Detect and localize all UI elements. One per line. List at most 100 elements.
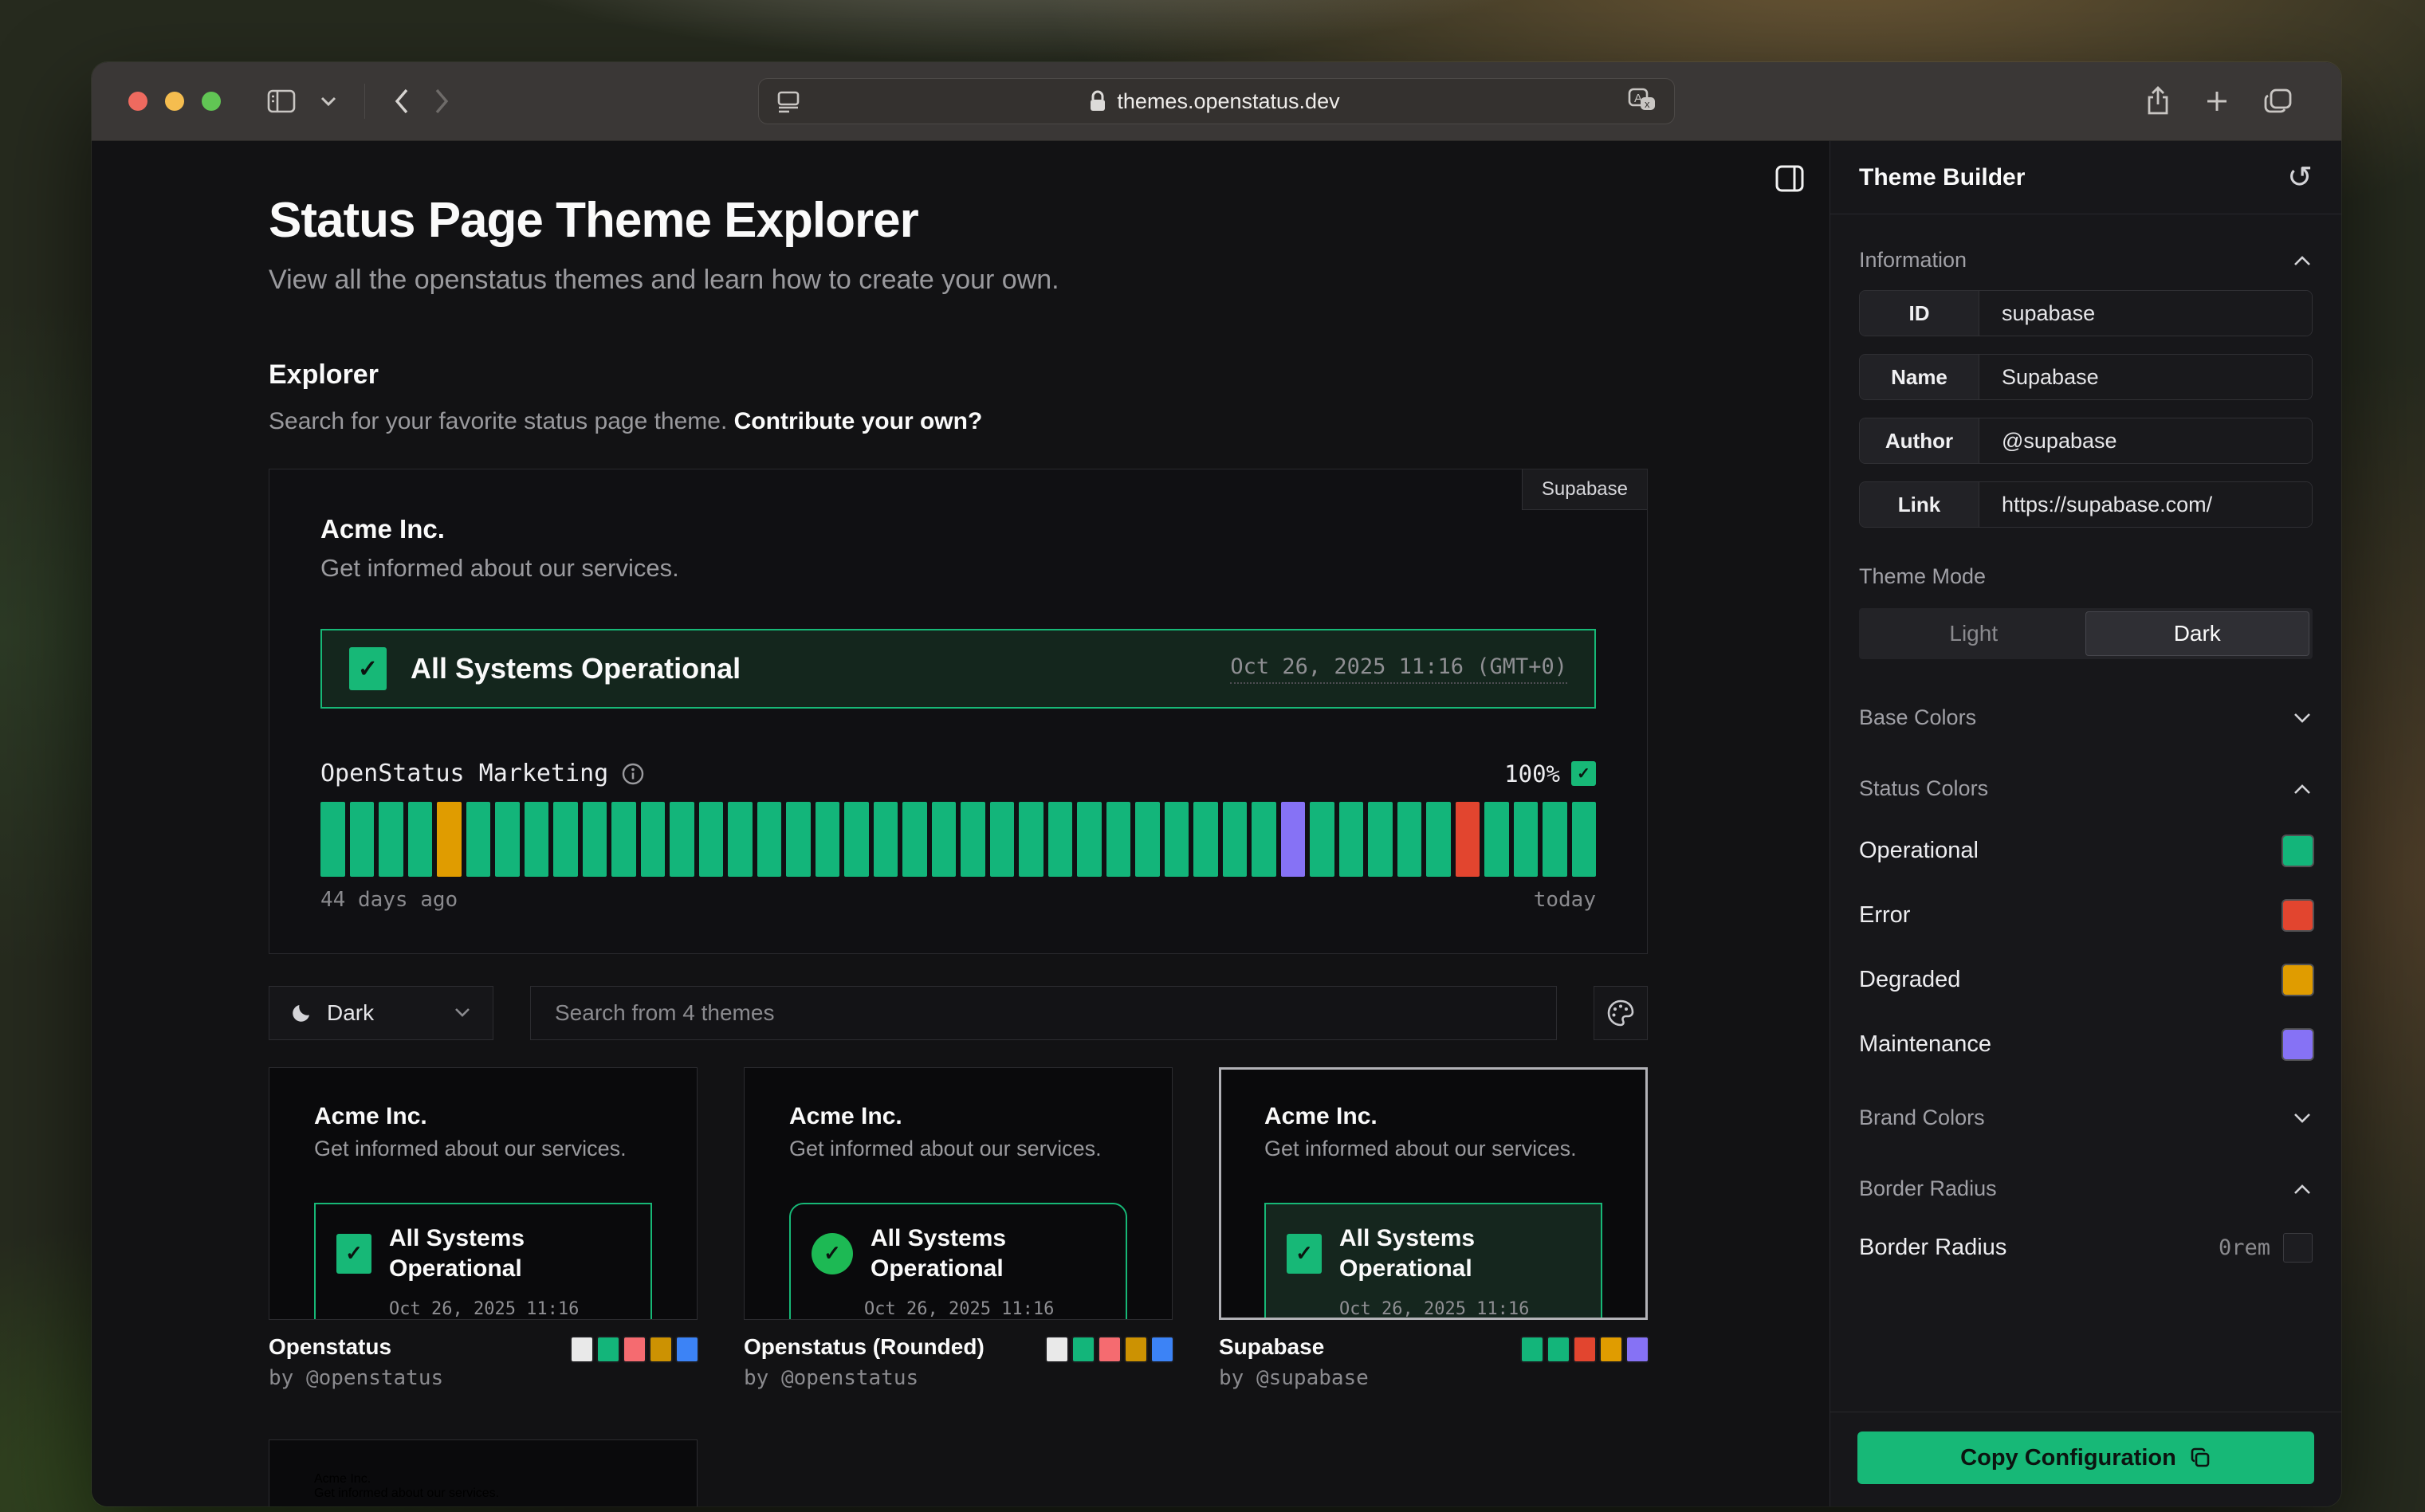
copy-configuration-button[interactable]: Copy Configuration: [1857, 1431, 2314, 1484]
uptime-bar-operational[interactable]: [932, 802, 957, 877]
uptime-bar-operational[interactable]: [611, 802, 636, 877]
uptime-bar-operational[interactable]: [408, 802, 433, 877]
uptime-bar-operational[interactable]: [1252, 802, 1276, 877]
uptime-bar-operational[interactable]: [466, 802, 491, 877]
light-mode-option[interactable]: Light: [1862, 611, 2085, 656]
uptime-bar-operational[interactable]: [1135, 802, 1160, 877]
theme-mode-value: Dark: [327, 1000, 374, 1026]
status-timestamp[interactable]: Oct 26, 2025 11:16 (GMT+0): [1230, 654, 1567, 684]
error-label: Error: [1859, 902, 1910, 929]
field-name-input[interactable]: Supabase: [1979, 355, 2312, 399]
theme-name[interactable]: Openstatus: [269, 1334, 443, 1360]
field-link-label: Link: [1860, 482, 1979, 527]
new-tab-icon[interactable]: [2204, 88, 2230, 114]
field-author: Author @supabase: [1859, 418, 2313, 464]
uptime-bar-operational[interactable]: [1368, 802, 1393, 877]
tracker-range-start: 44 days ago: [320, 888, 458, 912]
dark-mode-option[interactable]: Dark: [2085, 611, 2310, 656]
uptime-bar-operational[interactable]: [1572, 802, 1597, 877]
translate-icon[interactable]: Ax: [1626, 87, 1658, 116]
uptime-bar-operational[interactable]: [1106, 802, 1131, 877]
uptime-bar-operational[interactable]: [553, 802, 578, 877]
uptime-bar-degraded[interactable]: [437, 802, 462, 877]
uptime-bar-operational[interactable]: [874, 802, 898, 877]
theme-preview-card: Supabase Acme Inc. Get informed about ou…: [269, 469, 1648, 954]
search-input[interactable]: [530, 986, 1557, 1040]
uptime-bar-operational[interactable]: [1165, 802, 1189, 877]
uptime-bar-operational[interactable]: [844, 802, 869, 877]
uptime-bar-operational[interactable]: [495, 802, 520, 877]
uptime-bar-error[interactable]: [1456, 802, 1480, 877]
close-window-button[interactable]: [128, 92, 147, 111]
uptime-bar-operational[interactable]: [1048, 802, 1073, 877]
uptime-bar-operational[interactable]: [1223, 802, 1248, 877]
share-icon[interactable]: [2145, 86, 2171, 116]
minimize-window-button[interactable]: [165, 92, 184, 111]
uptime-bar-operational[interactable]: [525, 802, 549, 877]
uptime-bar-operational[interactable]: [816, 802, 840, 877]
theme-card-supabase-selected[interactable]: Acme Inc. Get informed about our service…: [1219, 1067, 1648, 1320]
uptime-bar-operational[interactable]: [1310, 802, 1334, 877]
information-section-header[interactable]: Information: [1859, 248, 2313, 273]
uptime-bar-operational[interactable]: [350, 802, 375, 877]
theme-name-badge: Supabase: [1522, 469, 1647, 510]
uptime-bar-operational[interactable]: [902, 802, 927, 877]
uptime-bar-operational[interactable]: [786, 802, 811, 877]
theme-card-openstatus[interactable]: Acme Inc. Get informed about our service…: [269, 1067, 698, 1320]
uptime-bar-operational[interactable]: [379, 802, 403, 877]
uptime-bar-operational[interactable]: [961, 802, 985, 877]
mini-status-timestamp: Oct 26, 2025 11:16 (GMT+0): [389, 1299, 630, 1320]
base-colors-section-header[interactable]: Base Colors: [1859, 705, 2313, 730]
border-radius-section-header[interactable]: Border Radius: [1859, 1176, 2313, 1201]
forward-button[interactable]: [434, 87, 451, 116]
theme-name[interactable]: Openstatus (Rounded): [744, 1334, 985, 1360]
operational-color-swatch[interactable]: [2283, 836, 2313, 866]
uptime-bar-operational[interactable]: [320, 802, 345, 877]
uptime-bar-operational[interactable]: [670, 802, 694, 877]
uptime-bar-operational[interactable]: [757, 802, 782, 877]
uptime-bar-maintenance[interactable]: [1281, 802, 1306, 877]
mini-check-icon: [812, 1233, 853, 1274]
uptime-bar-operational[interactable]: [1193, 802, 1218, 877]
uptime-bar-operational[interactable]: [1426, 802, 1451, 877]
border-radius-input[interactable]: [2283, 1233, 2313, 1263]
maintenance-color-swatch[interactable]: [2283, 1030, 2313, 1059]
theme-card-partial[interactable]: Acme Inc. Get informed about our service…: [269, 1439, 698, 1506]
uptime-bar-operational[interactable]: [1019, 802, 1043, 877]
uptime-bar-operational[interactable]: [1514, 802, 1539, 877]
contribute-link[interactable]: Contribute your own?: [734, 408, 983, 434]
tab-overview-icon[interactable]: [2263, 88, 2293, 115]
panel-right-toggle-icon[interactable]: [1775, 165, 1804, 192]
reset-icon[interactable]: ↺: [2287, 163, 2313, 193]
field-author-input[interactable]: @supabase: [1979, 418, 2312, 463]
address-bar[interactable]: themes.openstatus.dev Ax: [758, 78, 1675, 124]
status-colors-section-header[interactable]: Status Colors: [1859, 776, 2313, 801]
uptime-bar-operational[interactable]: [1077, 802, 1102, 877]
palette-icon[interactable]: [1594, 986, 1648, 1040]
field-id-input[interactable]: supabase: [1979, 291, 2312, 336]
back-button[interactable]: [392, 87, 410, 116]
sidebar-toggle-icon[interactable]: [267, 89, 296, 113]
uptime-bar-operational[interactable]: [1484, 802, 1509, 877]
uptime-bar-operational[interactable]: [641, 802, 666, 877]
theme-name[interactable]: Supabase: [1219, 1334, 1369, 1360]
degraded-color-swatch[interactable]: [2283, 965, 2313, 995]
mini-org-name: Acme Inc.: [314, 1103, 652, 1130]
browser-window: themes.openstatus.dev Ax: [92, 62, 2341, 1506]
brand-colors-section-header[interactable]: Brand Colors: [1859, 1106, 2313, 1130]
uptime-bar-operational[interactable]: [990, 802, 1015, 877]
uptime-bar-operational[interactable]: [728, 802, 753, 877]
info-icon[interactable]: [621, 762, 645, 786]
field-link-input[interactable]: https://supabase.com/: [1979, 482, 2312, 527]
reader-icon[interactable]: [775, 88, 802, 115]
theme-mode-dropdown[interactable]: Dark: [269, 986, 493, 1040]
zoom-window-button[interactable]: [202, 92, 221, 111]
theme-card-openstatus-rounded[interactable]: Acme Inc. Get informed about our service…: [744, 1067, 1173, 1320]
uptime-bar-operational[interactable]: [1339, 802, 1364, 877]
sidebar-menu-chevron-icon[interactable]: [320, 96, 337, 107]
uptime-bar-operational[interactable]: [583, 802, 607, 877]
error-color-swatch[interactable]: [2283, 901, 2313, 930]
uptime-bar-operational[interactable]: [699, 802, 724, 877]
uptime-bar-operational[interactable]: [1397, 802, 1422, 877]
uptime-bar-operational[interactable]: [1543, 802, 1567, 877]
